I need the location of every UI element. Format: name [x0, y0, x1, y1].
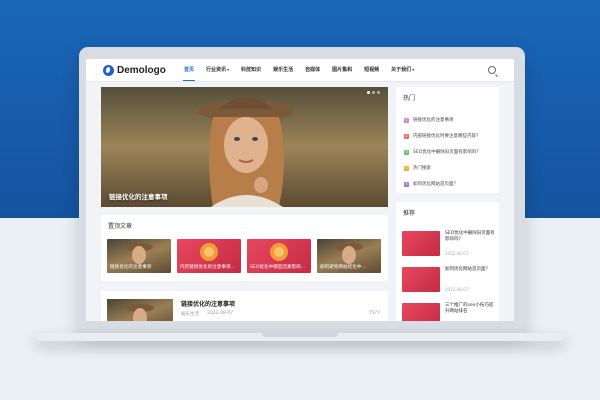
site-logo[interactable]: Demologo — [103, 63, 166, 77]
article-card[interactable]: 链接优化的注意事项 — [107, 239, 171, 273]
recommend-date: 2022-08-07 — [445, 251, 469, 256]
article-category[interactable]: 娱乐生活 — [181, 311, 199, 317]
article-date: 2022-08-07 — [207, 311, 234, 316]
website-screen: Demologo 首页 行业资讯▾ 科技知识 娱乐生活 自媒体 图片集和 短视频… — [86, 59, 514, 321]
article-card-label: 链接优化的注意事项 — [110, 265, 152, 270]
hero-caption[interactable]: 链接优化的注意事项 — [109, 191, 168, 201]
hot-item-title: SEO优化中删除旧页面有影响吗? — [413, 150, 479, 155]
hot-list-item[interactable]: 2 内部链接优化时要注意哪些内容? — [404, 128, 479, 144]
menu-label: 娱乐生活 — [273, 67, 294, 73]
widget-title: 热门 — [403, 95, 416, 102]
menu-item-video[interactable]: 短视频 — [358, 59, 385, 81]
recommend-title[interactable]: 如何优化网站首页面? — [445, 267, 497, 273]
laptop-notch — [262, 333, 338, 337]
hero-image — [101, 87, 388, 207]
recommend-title[interactable]: 三个推广的seo小技巧提升网站排名 — [445, 303, 497, 315]
search-icon[interactable] — [488, 66, 496, 74]
article-list-item[interactable]: 链接优化的注意事项 娱乐生活 2022-08-07 7577 — [101, 291, 388, 321]
rank-badge: 5 — [404, 181, 409, 187]
article-card[interactable]: SEO优化中哪些因素影响... — [247, 239, 311, 273]
main-menu: 首页 行业资讯▾ 科技知识 娱乐生活 自媒体 图片集和 短视频 关于我们▾ — [178, 59, 420, 81]
hot-item-title: 链接优化的注意事项 — [413, 118, 454, 123]
recommend-title[interactable]: SEO优化中删除旧页面有影响吗? — [445, 231, 497, 243]
menu-item-about[interactable]: 关于我们▾ — [385, 59, 420, 81]
recommend-item[interactable]: SEO优化中删除旧页面有影响吗? 2022-08-07 — [402, 231, 496, 261]
menu-label: 行业资讯 — [206, 67, 227, 73]
menu-label: 关于我们 — [391, 67, 412, 73]
top-navigation: Demologo 首页 行业资讯▾ 科技知识 娱乐生活 自媒体 图片集和 短视频… — [86, 59, 514, 82]
pinned-articles-grid: 链接优化的注意事项 内页链接优化的注意事项... SEO优化中哪些因素影响...… — [107, 239, 381, 273]
article-card[interactable]: 如何避免网站优化中... — [317, 239, 381, 273]
article-meta: 娱乐生活 2022-08-07 — [181, 311, 233, 317]
hot-list-item[interactable]: 1 链接优化的注意事项 — [404, 112, 479, 128]
article-thumbnail-image — [126, 304, 154, 321]
menu-label: 科技知识 — [241, 67, 262, 73]
menu-item-media[interactable]: 自媒体 — [299, 59, 326, 81]
rank-badge: 3 — [404, 149, 409, 155]
recommend-thumbnail[interactable] — [402, 267, 440, 292]
article-thumbnail[interactable] — [107, 299, 173, 321]
menu-item-home[interactable]: 首页 — [178, 59, 200, 81]
recommend-item[interactable]: 如何优化网站首页面? 2022-08-07 — [402, 267, 496, 297]
rank-badge: 4 — [404, 165, 409, 171]
article-card-label: SEO优化中哪些因素影响... — [250, 265, 306, 270]
pinned-articles-panel: 置顶文章 链接优化的注意事项 内页链接优化的注意事项... SEO优化中哪些因素… — [101, 215, 388, 281]
menu-label: 首页 — [184, 67, 195, 73]
hot-item-title: 如何优化网站首页面? — [413, 182, 456, 187]
article-card-label: 内页链接优化的注意事项... — [180, 265, 235, 270]
recommend-thumbnail[interactable] — [402, 231, 440, 256]
article-card[interactable]: 内页链接优化的注意事项... — [177, 239, 241, 273]
slider-dot[interactable] — [377, 91, 380, 94]
hot-item-title: 内部链接优化时要注意哪些内容? — [413, 134, 479, 139]
menu-label: 自媒体 — [305, 67, 321, 73]
slider-dot[interactable] — [367, 91, 370, 94]
menu-label: 图片集和 — [332, 67, 353, 73]
rank-badge: 2 — [404, 133, 409, 139]
hot-list: 1 链接优化的注意事项 2 内部链接优化时要注意哪些内容? 3 SEO优化中删除旧页面… — [404, 112, 479, 192]
slider-indicators — [367, 91, 380, 94]
hot-list-item[interactable]: 3 SEO优化中删除旧页面有影响吗? — [404, 144, 479, 160]
recommend-thumbnail[interactable] — [402, 303, 440, 321]
menu-label: 短视频 — [364, 67, 380, 73]
panel-title: 置顶文章 — [108, 223, 133, 230]
article-card-label: 如何避免网站优化中... — [320, 265, 366, 270]
rank-badge: 1 — [404, 117, 409, 123]
article-title[interactable]: 链接优化的注意事项 — [181, 299, 235, 308]
recommend-item[interactable]: 三个推广的seo小技巧提升网站排名 — [402, 303, 496, 321]
recommend-date: 2022-08-07 — [445, 287, 469, 292]
article-views: 7577 — [368, 311, 380, 316]
logo-icon — [103, 64, 114, 76]
menu-item-life[interactable]: 娱乐生活 — [267, 59, 299, 81]
widget-title: 推荐 — [403, 210, 416, 217]
hot-list-item[interactable]: 5 如何优化网站首页面? — [404, 176, 479, 192]
menu-item-tech[interactable]: 科技知识 — [235, 59, 267, 81]
chevron-down-icon: ▾ — [412, 67, 415, 72]
chevron-down-icon: ▾ — [227, 67, 230, 72]
hot-item-title: 热门搜索 — [413, 166, 431, 171]
recommend-widget: 推荐 SEO优化中删除旧页面有影响吗? 2022-08-07 如何优化网站首页面… — [396, 202, 499, 321]
menu-item-industry-news[interactable]: 行业资讯▾ — [200, 59, 235, 81]
slider-dot[interactable] — [372, 91, 375, 94]
hot-articles-widget: 热门 1 链接优化的注意事项 2 内部链接优化时要注意哪些内容? 3 SEO优化中删除… — [396, 87, 499, 193]
logo-text: Demologo — [117, 64, 166, 76]
hot-list-item[interactable]: 4 热门搜索 — [404, 160, 479, 176]
menu-item-gallery[interactable]: 图片集和 — [326, 59, 358, 81]
hero-slider[interactable]: 链接优化的注意事项 — [101, 87, 388, 207]
